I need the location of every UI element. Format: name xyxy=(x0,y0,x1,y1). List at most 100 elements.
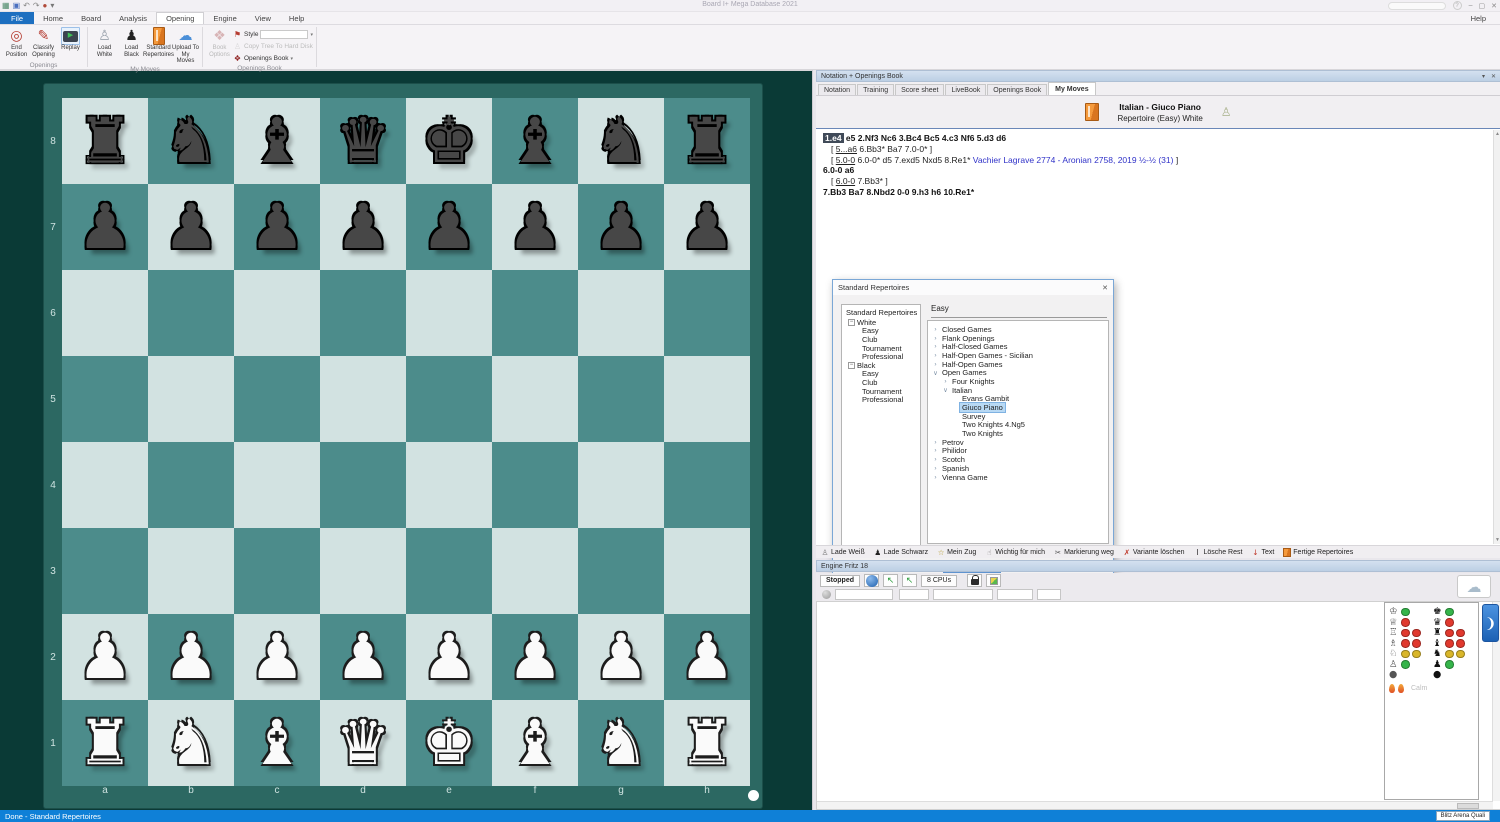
chess-board[interactable]: ♜♞♝♛♚♝♞♜♟♟♟♟♟♟♟♟♟♟♟♟♟♟♟♟♜♞♝♛♚♝♞♜ xyxy=(62,98,750,786)
engine-orb-button[interactable] xyxy=(864,574,879,587)
command-mein-zug[interactable]: ☆Mein Zug xyxy=(937,548,976,557)
square-d4[interactable] xyxy=(320,442,406,528)
square-c5[interactable] xyxy=(234,356,320,442)
load-white-button[interactable]: ♙Load White xyxy=(91,26,118,58)
square-g4[interactable] xyxy=(578,442,664,528)
tab-livebook[interactable]: LiveBook xyxy=(945,84,986,95)
square-g3[interactable] xyxy=(578,528,664,614)
square-d1[interactable]: ♛ xyxy=(320,700,406,786)
style-combo[interactable] xyxy=(260,30,308,39)
square-f2[interactable]: ♟ xyxy=(492,614,578,700)
status-badge[interactable]: Blitz Arena Quali xyxy=(1436,811,1490,821)
style-button[interactable]: ⚑Style▾ xyxy=(233,29,313,40)
tree-item-two-knights[interactable]: Two Knights xyxy=(928,429,1108,438)
square-b7[interactable]: ♟ xyxy=(148,184,234,270)
command-l-sche-rest[interactable]: ILösche Rest xyxy=(1194,548,1243,557)
chevron-down-icon[interactable]: ▾ xyxy=(310,32,313,38)
square-h1[interactable]: ♜ xyxy=(664,700,750,786)
square-f5[interactable] xyxy=(492,356,578,442)
square-a8[interactable]: ♜ xyxy=(62,98,148,184)
dialog-close-icon[interactable]: ✕ xyxy=(1102,284,1108,292)
square-f7[interactable]: ♟ xyxy=(492,184,578,270)
white-pawn-piece[interactable]: ♟ xyxy=(578,614,664,700)
square-b1[interactable]: ♞ xyxy=(148,700,234,786)
square-h6[interactable] xyxy=(664,270,750,356)
green-arrow-button[interactable]: ↖ xyxy=(883,574,898,587)
white-pawn-piece[interactable]: ♟ xyxy=(664,614,750,700)
tab-my-moves[interactable]: My Moves xyxy=(1048,82,1095,95)
engine-stopped-button[interactable]: Stopped xyxy=(820,575,860,587)
green-circle[interactable] xyxy=(1401,660,1410,669)
expander-collapsed-icon[interactable]: › xyxy=(931,447,940,454)
square-b2[interactable]: ♟ xyxy=(148,614,234,700)
classify-opening-button[interactable]: ✎Classify Opening xyxy=(30,26,57,58)
tree-item-half-open-games[interactable]: ›Half-Open Games xyxy=(928,360,1108,369)
square-h3[interactable] xyxy=(664,528,750,614)
menu-view[interactable]: View xyxy=(246,12,280,24)
square-e8[interactable]: ♚ xyxy=(406,98,492,184)
standard-repertoires-button[interactable]: Standard Repertoires xyxy=(145,26,172,58)
scroll-down-icon[interactable]: ▼ xyxy=(1495,537,1500,543)
menu-engine[interactable]: Engine xyxy=(204,12,245,24)
tree-item-closed-games[interactable]: ›Closed Games xyxy=(928,325,1108,334)
square-c1[interactable]: ♝ xyxy=(234,700,320,786)
square-h8[interactable]: ♜ xyxy=(664,98,750,184)
expander-collapsed-icon[interactable]: › xyxy=(931,352,940,359)
black-pawn-piece[interactable]: ♟ xyxy=(578,184,664,270)
square-f4[interactable] xyxy=(492,442,578,528)
menu-board[interactable]: Board xyxy=(72,12,110,24)
square-h7[interactable]: ♟ xyxy=(664,184,750,270)
command-fertige-repertoires[interactable]: Fertige Repertoires xyxy=(1283,548,1353,557)
green-arrow-button[interactable]: ↖ xyxy=(902,574,917,587)
book-options-button[interactable]: ❖Book Options xyxy=(206,26,233,58)
tree-item-survey[interactable]: Survey xyxy=(928,412,1108,421)
white-queen-piece[interactable]: ♛ xyxy=(320,700,406,786)
tree-item-philidor[interactable]: ›Philidor xyxy=(928,447,1108,456)
command-lade-schwarz[interactable]: ♟Lade Schwarz xyxy=(874,548,928,557)
tree-item-half-closed-games[interactable]: ›Half-Closed Games xyxy=(928,342,1108,351)
expander-expanded-icon[interactable]: ∨ xyxy=(931,369,940,377)
square-d3[interactable] xyxy=(320,528,406,614)
black-king-piece[interactable]: ♚ xyxy=(406,98,492,184)
left-tree-black[interactable]: −Black xyxy=(842,361,920,370)
square-b4[interactable] xyxy=(148,442,234,528)
square-f8[interactable]: ♝ xyxy=(492,98,578,184)
left-tree-white-tournament[interactable]: Tournament xyxy=(842,344,920,353)
move-segment[interactable]: e5 2.Nf3 Nc6 3.Bc4 Bc5 4.c3 Nf6 5.d3 d6 xyxy=(844,133,1007,143)
openings-book-button[interactable]: ❖Openings Book▾ xyxy=(233,53,313,64)
black-pawn-piece[interactable]: ♟ xyxy=(62,184,148,270)
expander-collapsed-icon[interactable]: › xyxy=(931,343,940,350)
tree-item-italian[interactable]: ∨Italian xyxy=(928,386,1108,395)
square-g2[interactable]: ♟ xyxy=(578,614,664,700)
menu-opening[interactable]: Opening xyxy=(156,12,204,24)
expander-collapsed-icon[interactable]: › xyxy=(931,439,940,446)
replay-button[interactable]: ▶Replay xyxy=(57,26,84,52)
tree-item-vienna-game[interactable]: ›Vienna Game xyxy=(928,473,1108,482)
square-a2[interactable]: ♟ xyxy=(62,614,148,700)
square-e5[interactable] xyxy=(406,356,492,442)
end-position-button[interactable]: ◎End Position xyxy=(3,26,30,58)
expander-collapsed-icon[interactable]: › xyxy=(931,326,940,333)
engine-field-4[interactable] xyxy=(997,589,1033,600)
black-pawn-piece[interactable]: ♟ xyxy=(406,184,492,270)
black-knight-piece[interactable]: ♞ xyxy=(578,98,664,184)
square-d8[interactable]: ♛ xyxy=(320,98,406,184)
tab-notation[interactable]: Notation xyxy=(818,84,856,95)
white-rook-piece[interactable]: ♜ xyxy=(664,700,750,786)
black-rook-piece[interactable]: ♜ xyxy=(62,98,148,184)
cpus-button[interactable]: 8 CPUs xyxy=(921,575,957,587)
left-tree-black-club[interactable]: Club xyxy=(842,378,920,387)
square-g5[interactable] xyxy=(578,356,664,442)
white-bishop-piece[interactable]: ♝ xyxy=(234,700,320,786)
left-tree-black-easy[interactable]: Easy xyxy=(842,370,920,379)
copy-tree-to-hard-disk-button[interactable]: ♙Copy Tree To Hard Disk xyxy=(233,41,313,52)
tab-score-sheet[interactable]: Score sheet xyxy=(895,84,944,95)
square-g1[interactable]: ♞ xyxy=(578,700,664,786)
square-d7[interactable]: ♟ xyxy=(320,184,406,270)
tree-item-flank-openings[interactable]: ›Flank Openings xyxy=(928,334,1108,343)
command-markierung-weg[interactable]: ✂Markierung weg xyxy=(1054,548,1114,557)
yellow-circle[interactable] xyxy=(1412,650,1421,659)
black-queen-piece[interactable]: ♛ xyxy=(320,98,406,184)
expander-collapsed-icon[interactable]: › xyxy=(931,474,940,481)
white-pawn-piece[interactable]: ♟ xyxy=(406,614,492,700)
